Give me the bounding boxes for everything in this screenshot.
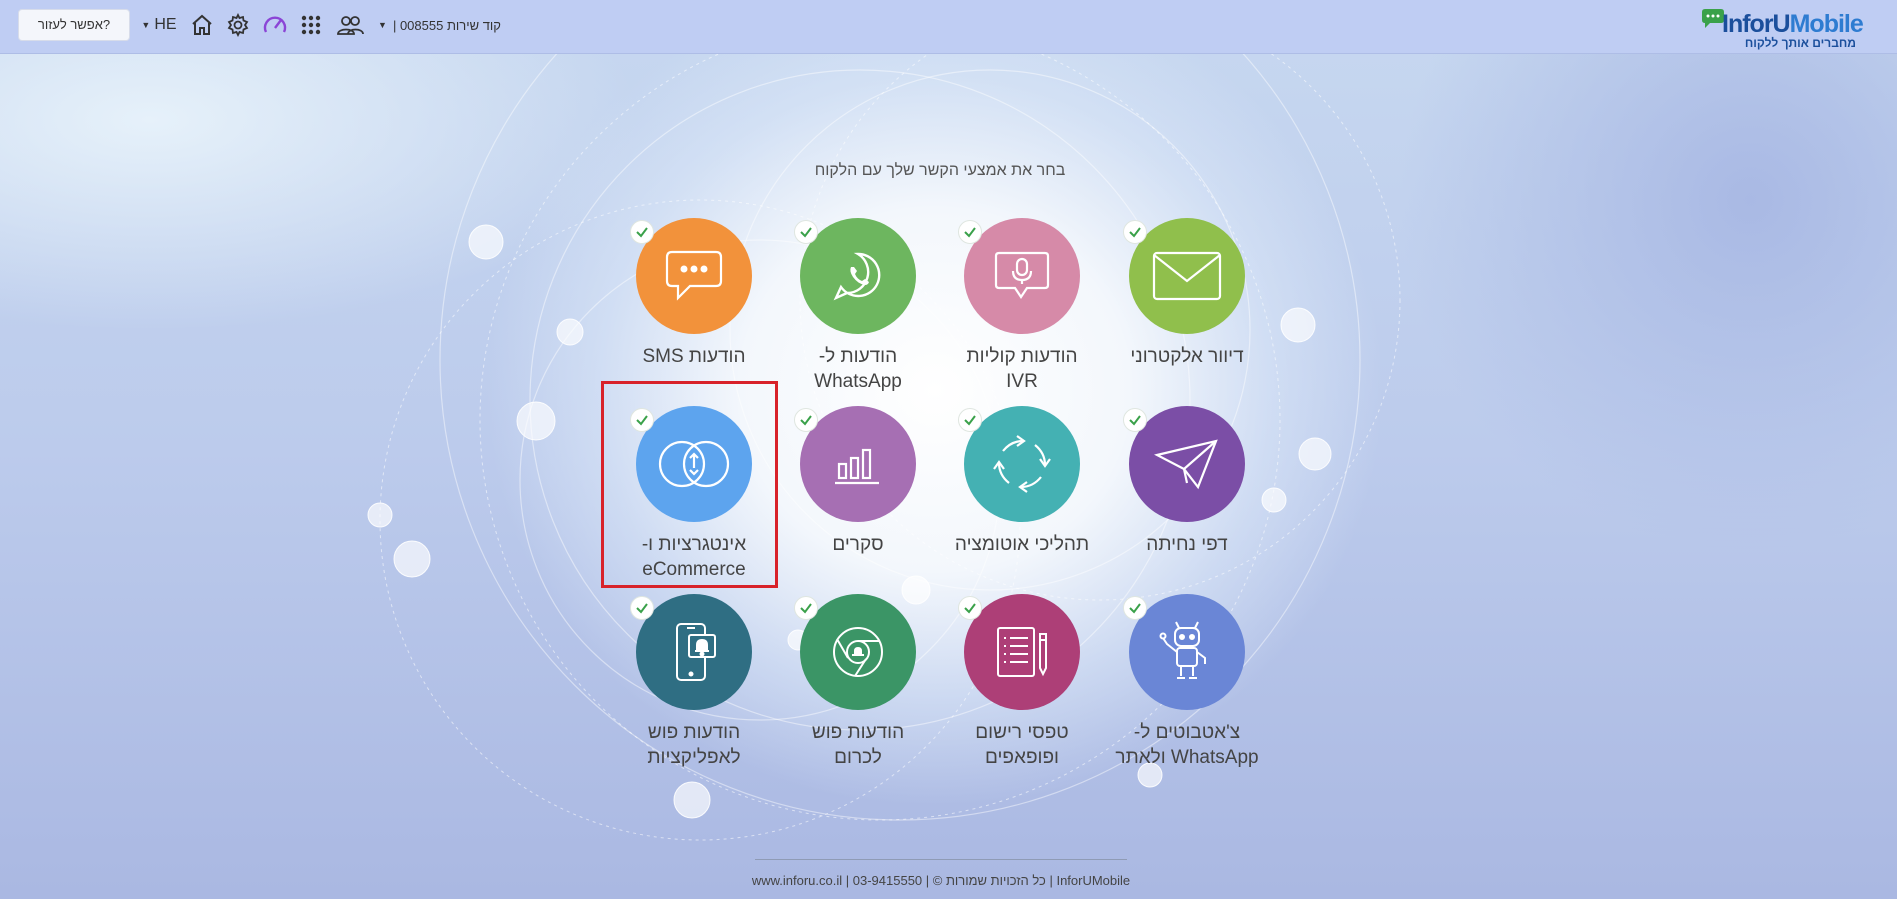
chevron-down-icon: ▼ [141,20,151,30]
check-icon [630,408,654,432]
tile-circle [630,594,752,710]
robot-icon [1159,621,1206,679]
bar-chart-icon [835,448,879,485]
check-icon [794,596,818,620]
check-icon [1123,408,1147,432]
tile-circle [958,406,1080,522]
paper-plane-icon [1154,439,1218,490]
tile-label: הודעות ל- WhatsApp [814,346,902,392]
check-icon [794,408,818,432]
help-button[interactable]: אפשר לעזור? [18,9,130,41]
tile-label: הודעות SMS [642,346,746,367]
check-icon [794,220,818,244]
page-subtitle: בחר את אמצעי הקשר שלך עם הלקוח [814,162,1066,179]
tile-forms-popups[interactable]: טפסי רישום ופופאפים [942,594,1102,770]
tile-label: הודעות פוש לאפליקציות [647,722,741,768]
inforumobile-logo[interactable]: InforUMobile מחברים אותך ללקוח [1700,8,1864,50]
dashboard-gauge-icon[interactable] [261,12,289,38]
check-icon [630,220,654,244]
microphone-icon [994,251,1050,299]
tile-automation[interactable]: תהליכי אוטומציה [942,406,1102,557]
tile-label: סקרים [832,534,884,555]
tile-circle [794,406,916,522]
tile-whatsapp[interactable]: הודעות ל- WhatsApp [778,218,938,394]
language-selector[interactable]: ▼ HE [139,12,179,38]
tile-surveys[interactable]: סקרים [778,406,938,557]
envelope-icon [1152,251,1222,301]
tile-label: דפי נחיתה [1146,534,1228,555]
language-label: HE [154,16,177,33]
logo-tagline: מחברים אותך ללקוח [1744,36,1856,50]
footer-divider [755,859,1127,860]
tile-label: דיוור אלקטרוני [1130,346,1244,367]
tile-ecommerce[interactable]: אינטגרציות ו- eCommerce [614,406,774,582]
check-icon [630,596,654,620]
refresh-arrows-icon [993,435,1051,493]
apps-grid-icon[interactable] [298,12,324,38]
tile-label: טפסי רישום ופופאפים [975,722,1069,768]
tile-sms[interactable]: הודעות SMS [614,218,774,369]
tile-landing-pages[interactable]: דפי נחיתה [1107,406,1267,557]
account-selector[interactable]: קוד שירות 008555 | ▼ [377,12,502,38]
tile-chrome-push[interactable]: הודעות פוש לכרום [778,594,938,770]
tile-circle [630,406,752,522]
whatsapp-icon [833,252,881,301]
tile-chatbots[interactable]: צ'אטבוטים ל- WhatsApp ולאתר [1107,594,1267,770]
tile-email[interactable]: דיוור אלקטרוני [1107,218,1267,369]
gear-icon[interactable] [225,12,251,38]
tile-label: הודעות קוליות IVR [966,346,1078,392]
chrome-bell-icon [833,627,883,677]
logo-wordmark: InforUMobile [1722,10,1864,38]
tile-ivr[interactable]: הודעות קוליות IVR [942,218,1102,394]
tile-label: צ'אטבוטים ל- WhatsApp ולאתר [1115,722,1259,768]
tile-app-push[interactable]: הודעות פוש לאפליקציות [614,594,774,770]
tile-label: הודעות פוש לכרום [811,722,905,768]
tile-circle [630,218,752,334]
tile-circle [1123,218,1245,334]
tile-circle [1123,406,1245,522]
tile-circle [794,218,916,334]
tile-label: אינטגרציות ו- eCommerce [641,534,747,580]
integration-icon [658,440,730,488]
check-icon [958,220,982,244]
top-header: אפשר לעזור? ▼ HE קוד שירות 008555 | ▼ In… [0,0,1897,54]
chevron-down-icon: ▼ [378,20,387,30]
tile-label: תהליכי אוטומציה [954,534,1090,555]
users-icon[interactable] [334,12,366,38]
tile-circle [958,594,1080,710]
tile-circle [958,218,1080,334]
form-pencil-icon [997,627,1047,677]
account-label: קוד שירות 008555 | [392,17,501,33]
home-icon[interactable] [189,12,215,38]
check-icon [1123,596,1147,620]
check-icon [958,408,982,432]
check-icon [1123,220,1147,244]
check-icon [958,596,982,620]
tile-circle [794,594,916,710]
chat-bubble-icon [665,250,723,301]
footer-text: InforUMobile | כל הזכויות שמורות © | 03-… [751,873,1131,888]
mobile-bell-icon [676,623,716,681]
tile-circle [1123,594,1245,710]
